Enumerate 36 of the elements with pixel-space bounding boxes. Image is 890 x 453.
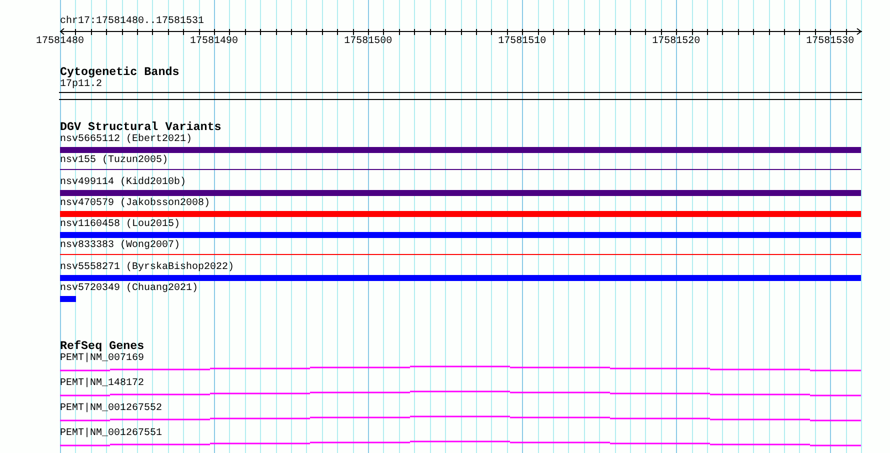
variant-line[interactable] — [60, 169, 861, 170]
location-label: chr17:17581480..17581531 — [59, 16, 206, 28]
variant-bar[interactable] — [60, 296, 76, 302]
feature-label[interactable]: nsv5720349 (Chuang2021) — [59, 283, 862, 295]
variant-bar[interactable] — [60, 232, 861, 238]
feature-label[interactable]: PEMT|NM_148172 — [59, 378, 862, 390]
feature-label[interactable]: nsv155 (Tuzun2005) — [59, 155, 862, 167]
feature-label[interactable]: nsv5558271 (ByrskaBishop2022) — [59, 262, 862, 274]
variant-bar[interactable] — [60, 275, 861, 281]
track-title: Cytogenetic Bands — [59, 66, 180, 79]
tick-label: 17581510 — [497, 36, 548, 47]
variant-bar[interactable] — [60, 211, 861, 217]
feature-label[interactable]: 17p11.2 — [59, 79, 862, 91]
feature-label[interactable]: PEMT|NM_001267551 — [59, 428, 862, 440]
track-title: DGV Structural Variants — [59, 121, 222, 134]
gene-line[interactable] — [60, 440, 861, 446]
gene-line[interactable] — [60, 366, 861, 372]
cytoband[interactable] — [59, 92, 862, 100]
tick-label: 17581530 — [806, 36, 854, 47]
gene-line[interactable] — [60, 416, 861, 422]
feature-label[interactable]: PEMT|NM_001267552 — [59, 403, 862, 415]
tick-label: 17581490 — [189, 36, 240, 47]
variant-bar[interactable] — [60, 190, 861, 196]
gene-line[interactable] — [60, 390, 861, 396]
tick-label: 17581480 — [35, 36, 86, 47]
variant-bar[interactable] — [60, 147, 861, 153]
feature-label[interactable]: nsv833383 (Wong2007) — [59, 240, 862, 252]
track-title: RefSeq Genes — [59, 340, 146, 353]
tick-label: 17581500 — [343, 36, 394, 47]
tick-label: 17581520 — [651, 36, 702, 47]
feature-label[interactable]: PEMT|NM_007169 — [59, 353, 862, 365]
variant-line[interactable] — [60, 254, 861, 255]
feature-label[interactable]: nsv499114 (Kidd2010b) — [59, 177, 862, 189]
feature-label[interactable]: nsv1160458 (Lou2015) — [59, 219, 862, 231]
feature-label[interactable]: nsv5665112 (Ebert2021) — [59, 134, 862, 146]
feature-label[interactable]: nsv470579 (Jakobsson2008) — [59, 198, 862, 210]
